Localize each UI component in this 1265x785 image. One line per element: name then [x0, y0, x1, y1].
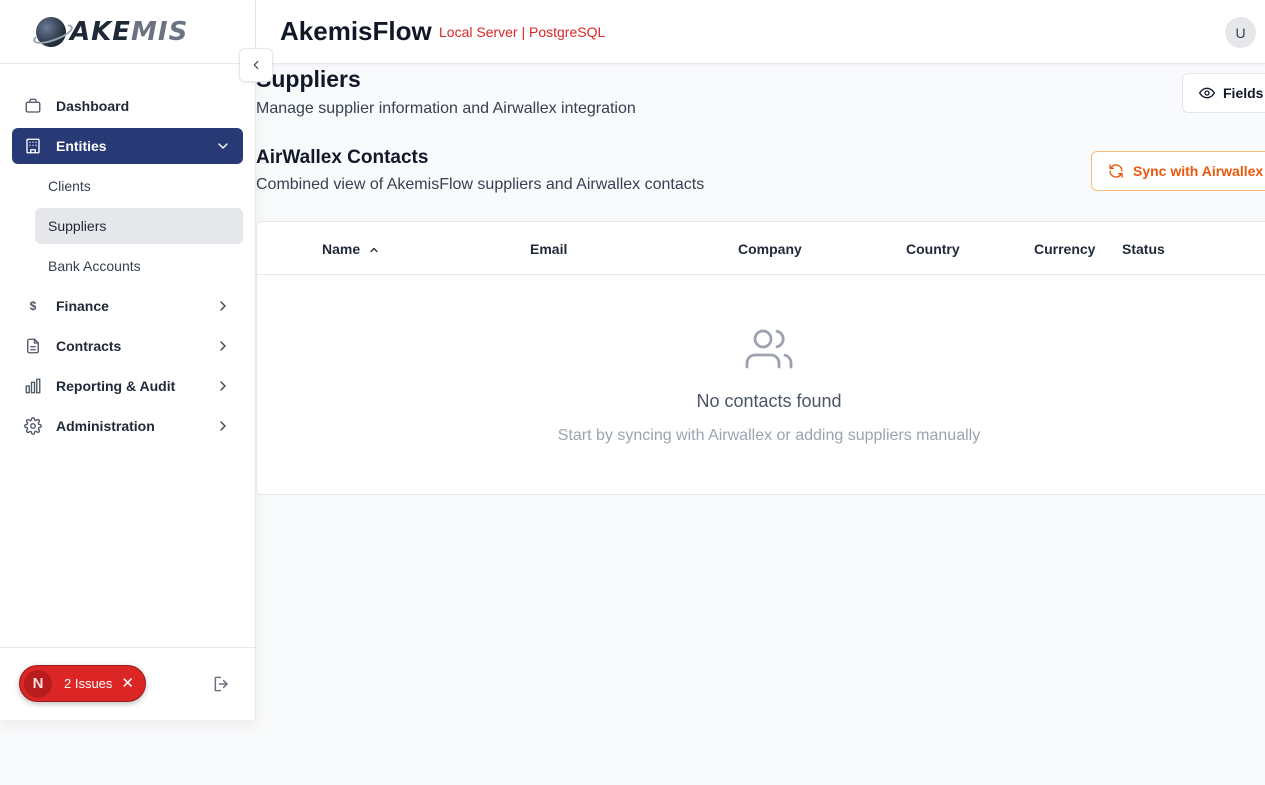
n-logo-icon: N: [24, 669, 52, 698]
sidebar-item-label: Administration: [56, 418, 155, 434]
users-icon: [745, 329, 793, 369]
issues-badge[interactable]: N 2 Issues ✕: [19, 665, 146, 702]
logo-area: AKEMIS: [0, 0, 255, 64]
avatar[interactable]: U: [1225, 17, 1256, 48]
sidebar-footer: N 2 Issues ✕: [0, 647, 256, 720]
sidebar-subitem-clients[interactable]: Clients: [35, 168, 243, 204]
sync-button-label: Sync with Airwallex: [1133, 163, 1264, 179]
empty-state-title: No contacts found: [696, 391, 842, 411]
dollar-icon: $: [29, 299, 37, 313]
collapse-sidebar-button[interactable]: [239, 48, 273, 82]
section-subtitle: Combined view of AkemisFlow suppliers an…: [256, 176, 705, 193]
sidebar-item-dashboard[interactable]: Dashboard: [12, 88, 243, 124]
close-icon[interactable]: ✕: [121, 676, 134, 691]
sidebar-item-administration[interactable]: Administration: [12, 408, 243, 444]
issues-label: 2 Issues: [64, 676, 113, 691]
sidebar-item-reporting-audit[interactable]: Reporting & Audit: [12, 368, 243, 404]
sidebar-subitem-label: Bank Accounts: [48, 258, 141, 274]
logout-icon[interactable]: [212, 674, 232, 694]
top-header: AkemisFlow Local Server | PostgreSQL U: [256, 0, 1265, 64]
section-title: AirWallex Contacts: [256, 147, 429, 168]
column-header-company[interactable]: Company: [738, 241, 802, 257]
sidebar-item-label: Dashboard: [56, 98, 130, 114]
sidebar-item-label: Finance: [56, 298, 109, 314]
column-header-country[interactable]: Country: [906, 241, 960, 257]
sidebar-item-label: Reporting & Audit: [56, 378, 176, 394]
sidebar-subitem-label: Clients: [48, 178, 91, 194]
gear-icon: [24, 417, 42, 435]
column-header-email[interactable]: Email: [530, 241, 567, 257]
sort-ascending-icon: [370, 247, 378, 253]
chevron-right-icon: [220, 421, 226, 431]
empty-state-subtitle: Start by syncing with Airwallex or addin…: [557, 427, 981, 444]
globe-logo-icon: [36, 16, 66, 47]
sidebar-item-finance[interactable]: $ Finance: [12, 288, 243, 324]
sidebar-item-contracts[interactable]: Contracts: [12, 328, 243, 364]
server-status-label: Local Server | PostgreSQL: [439, 24, 606, 40]
chevron-left-icon: [253, 60, 259, 70]
building-icon: [24, 137, 42, 155]
chevron-right-icon: [220, 381, 226, 391]
fields-button[interactable]: Fields: [1182, 73, 1265, 113]
sidebar-subitem-bank-accounts[interactable]: Bank Accounts: [35, 248, 243, 284]
briefcase-icon: [24, 97, 42, 115]
page-subtitle: Manage supplier information and Airwalle…: [256, 100, 636, 117]
sidebar-item-label: Contracts: [56, 338, 122, 354]
sidebar-item-label: Entities: [56, 138, 107, 154]
logo-text: AKEMIS: [70, 16, 189, 47]
column-header-status[interactable]: Status: [1122, 241, 1165, 257]
refresh-icon: [1109, 164, 1123, 178]
sidebar: AKEMIS Dashboard Entities Clients Suppli…: [0, 0, 256, 720]
eye-icon: [1199, 87, 1215, 99]
sidebar-item-entities[interactable]: Entities: [12, 128, 243, 164]
sync-airwallex-button[interactable]: Sync with Airwallex: [1091, 151, 1265, 191]
sidebar-subitem-suppliers[interactable]: Suppliers: [35, 208, 243, 244]
column-header-currency[interactable]: Currency: [1034, 241, 1095, 257]
sidebar-subitem-label: Suppliers: [48, 218, 107, 234]
sidebar-nav: Dashboard Entities Clients Suppliers Ban…: [0, 64, 255, 444]
fields-button-label: Fields: [1223, 85, 1264, 101]
column-label: Name: [322, 241, 361, 257]
chevron-right-icon: [220, 341, 226, 351]
chevron-down-icon: [218, 143, 228, 149]
document-icon: [24, 337, 42, 355]
contacts-table: Name Email Company Country Currency Stat…: [256, 221, 1265, 495]
bar-chart-icon: [24, 377, 42, 395]
table-header: Name Email Company Country Currency Stat…: [257, 222, 1265, 275]
akemis-logo[interactable]: AKEMIS: [36, 16, 189, 47]
chevron-right-icon: [220, 301, 226, 311]
column-header-name[interactable]: Name: [322, 241, 380, 257]
app-title: AkemisFlow: [280, 16, 432, 46]
